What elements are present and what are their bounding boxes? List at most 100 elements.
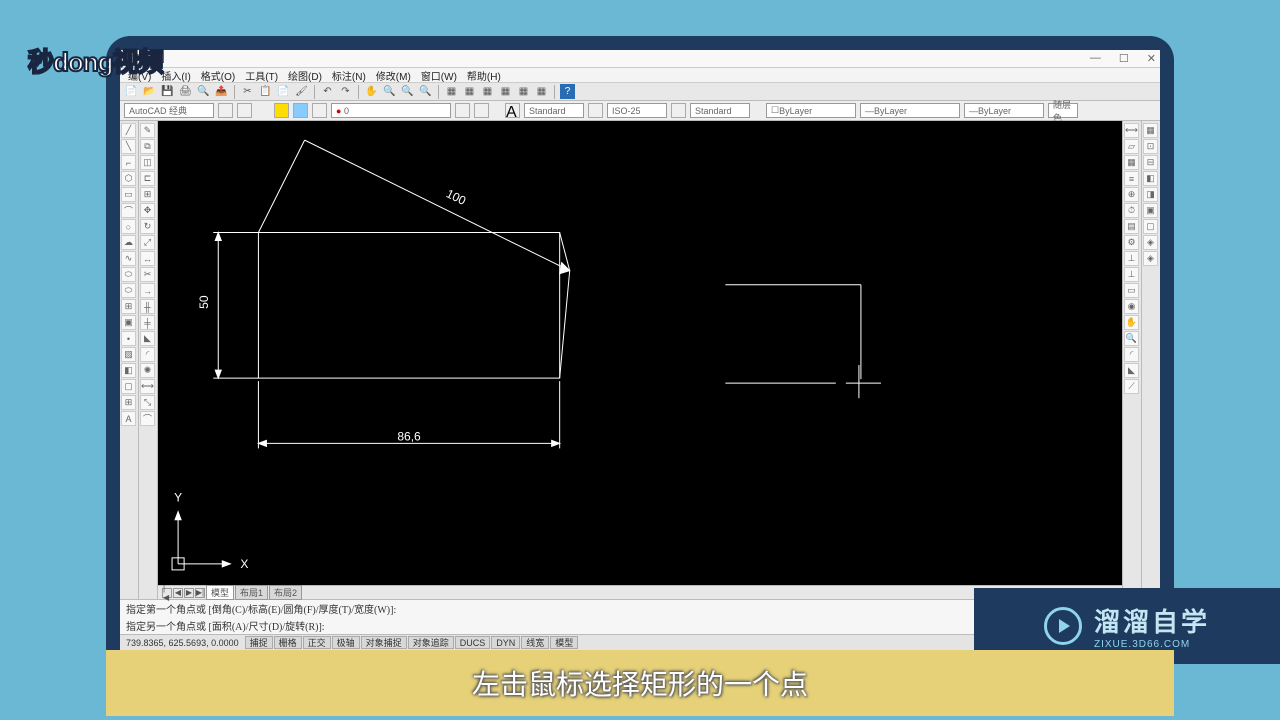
area-icon[interactable]: ▱ — [1124, 139, 1139, 154]
linetype-selector[interactable]: — ByLayer — [860, 103, 960, 118]
calc-icon[interactable]: ▦ — [534, 84, 549, 99]
back-view-icon[interactable]: ▢ — [1143, 219, 1158, 234]
hatch-icon[interactable]: ▨ — [121, 347, 136, 362]
otrack-toggle[interactable]: 对象追踪 — [408, 636, 454, 649]
move-icon[interactable]: ✥ — [140, 203, 155, 218]
ortho-toggle[interactable]: 正交 — [303, 636, 331, 649]
chamfer-icon[interactable]: ◣ — [140, 331, 155, 346]
dyn-toggle[interactable]: DYN — [491, 636, 520, 649]
arc-icon[interactable]: ⌒ — [121, 203, 136, 218]
snap-toggle[interactable]: 捕捉 — [245, 636, 273, 649]
help-icon[interactable]: ? — [560, 84, 575, 99]
chamfer3d-icon[interactable]: ◣ — [1124, 363, 1139, 378]
mtext-icon[interactable]: A — [121, 411, 136, 426]
time-icon[interactable]: ⏱ — [1124, 203, 1139, 218]
print-icon[interactable]: 🖨 — [178, 84, 193, 99]
layer-prev-icon[interactable] — [455, 103, 470, 118]
zoom-prev-icon[interactable]: 🔍 — [418, 84, 433, 99]
3dorbit-icon[interactable]: ◉ — [1124, 299, 1139, 314]
color-selector[interactable]: ☐ ByLayer — [766, 103, 856, 118]
top-view-icon[interactable]: ⊡ — [1143, 139, 1158, 154]
circle-icon[interactable]: ○ — [121, 219, 136, 234]
close-button[interactable]: ✕ — [1147, 52, 1156, 65]
offset-icon[interactable]: ⊏ — [140, 171, 155, 186]
slice-icon[interactable]: ⟋ — [1124, 379, 1139, 394]
copy-icon[interactable]: 📋 — [258, 84, 273, 99]
sheets-icon[interactable]: ▦ — [498, 84, 513, 99]
polar-toggle[interactable]: 极轴 — [332, 636, 360, 649]
tab-layout2[interactable]: 布局2 — [269, 585, 302, 600]
dimstyle-icon[interactable] — [588, 103, 603, 118]
ws-settings-icon[interactable] — [218, 103, 233, 118]
fillet-icon[interactable]: ◜ — [140, 347, 155, 362]
match-icon[interactable]: 🖌 — [294, 84, 309, 99]
menu-window[interactable]: 窗口(W) — [421, 68, 457, 83]
minimize-button[interactable]: — — [1090, 52, 1101, 65]
dim-align-icon[interactable]: ⤡ — [140, 395, 155, 410]
tab-model[interactable]: 模型 — [206, 585, 234, 600]
layer-freeze-icon[interactable] — [274, 103, 289, 118]
rotate-icon[interactable]: ↻ — [140, 219, 155, 234]
layer-lock-icon[interactable] — [293, 103, 308, 118]
menu-tools[interactable]: 工具(T) — [245, 68, 278, 83]
vp-icon[interactable]: ▭ — [1124, 283, 1139, 298]
named-views-icon[interactable]: ▦ — [1143, 123, 1158, 138]
tab-layout1[interactable]: 布局1 — [235, 585, 268, 600]
ellipsearc-icon[interactable]: ⬭ — [121, 283, 136, 298]
point-icon[interactable]: • — [121, 331, 136, 346]
menu-insert[interactable]: 插入(I) — [161, 68, 190, 83]
ucs-icon[interactable]: ⊥ — [1124, 251, 1139, 266]
redo-icon[interactable]: ↷ — [338, 84, 353, 99]
osnap-toggle[interactable]: 对象捕捉 — [361, 636, 407, 649]
menu-modify[interactable]: 修改(M) — [376, 68, 411, 83]
layer-color-icon[interactable] — [312, 103, 327, 118]
grid-toggle[interactable]: 栅格 — [274, 636, 302, 649]
copy-obj-icon[interactable]: ⧉ — [140, 139, 155, 154]
revcloud-icon[interactable]: ☁ — [121, 235, 136, 250]
tab-last-icon[interactable]: ▶| — [195, 588, 205, 598]
break-icon[interactable]: ╫ — [140, 299, 155, 314]
zoom-win-icon[interactable]: 🔍 — [400, 84, 415, 99]
bottom-view-icon[interactable]: ⊟ — [1143, 155, 1158, 170]
id-icon[interactable]: ⊕ — [1124, 187, 1139, 202]
save-icon[interactable]: 💾 — [160, 84, 175, 99]
gradient-icon[interactable]: ◧ — [121, 363, 136, 378]
textstyle-icon[interactable]: A — [505, 103, 520, 118]
region-mass-icon[interactable]: ▦ — [1124, 155, 1139, 170]
3dzoom-icon[interactable]: 🔍 — [1124, 331, 1139, 346]
dcenter-icon[interactable]: ▦ — [462, 84, 477, 99]
publish-icon[interactable]: 📤 — [214, 84, 229, 99]
tab-first-icon[interactable]: |◀ — [162, 588, 172, 598]
status-icon[interactable]: ▤ — [1124, 219, 1139, 234]
3dpan-icon[interactable]: ✋ — [1124, 315, 1139, 330]
dist-icon[interactable]: ⟷ — [1124, 123, 1139, 138]
explode-icon[interactable]: ✺ — [140, 363, 155, 378]
ucs2-icon[interactable]: ⊥ — [1124, 267, 1139, 282]
pan-icon[interactable]: ✋ — [364, 84, 379, 99]
left-view-icon[interactable]: ◧ — [1143, 171, 1158, 186]
menu-dim[interactable]: 标注(N) — [332, 68, 366, 83]
paste-icon[interactable]: 📄 — [276, 84, 291, 99]
polygon-icon[interactable]: ⬡ — [121, 171, 136, 186]
erase-icon[interactable]: ✎ — [140, 123, 155, 138]
front-view-icon[interactable]: ▣ — [1143, 203, 1158, 218]
model-toggle[interactable]: 模型 — [550, 636, 578, 649]
new-icon[interactable]: 📄 — [124, 84, 139, 99]
pline-icon[interactable]: ⌐ — [121, 155, 136, 170]
menu-format[interactable]: 格式(O) — [201, 68, 235, 83]
fillet3d-icon[interactable]: ◜ — [1124, 347, 1139, 362]
table-icon[interactable]: ⊞ — [121, 395, 136, 410]
lwt-toggle[interactable]: 线宽 — [521, 636, 549, 649]
xline-icon[interactable]: ╲ — [121, 139, 136, 154]
open-icon[interactable]: 📂 — [142, 84, 157, 99]
tblstyle-icon[interactable] — [671, 103, 686, 118]
region-icon[interactable]: ▢ — [121, 379, 136, 394]
block-icon[interactable]: ▣ — [121, 315, 136, 330]
tab-prev-icon[interactable]: ◀ — [173, 588, 183, 598]
layer-selector[interactable]: ● 0 — [331, 103, 451, 118]
extend-icon[interactable]: → — [140, 283, 155, 298]
cut-icon[interactable]: ✂ — [240, 84, 255, 99]
toolpal-icon[interactable]: ▦ — [480, 84, 495, 99]
text-style-selector[interactable]: Standard — [524, 103, 584, 118]
preview-icon[interactable]: 🔍 — [196, 84, 211, 99]
